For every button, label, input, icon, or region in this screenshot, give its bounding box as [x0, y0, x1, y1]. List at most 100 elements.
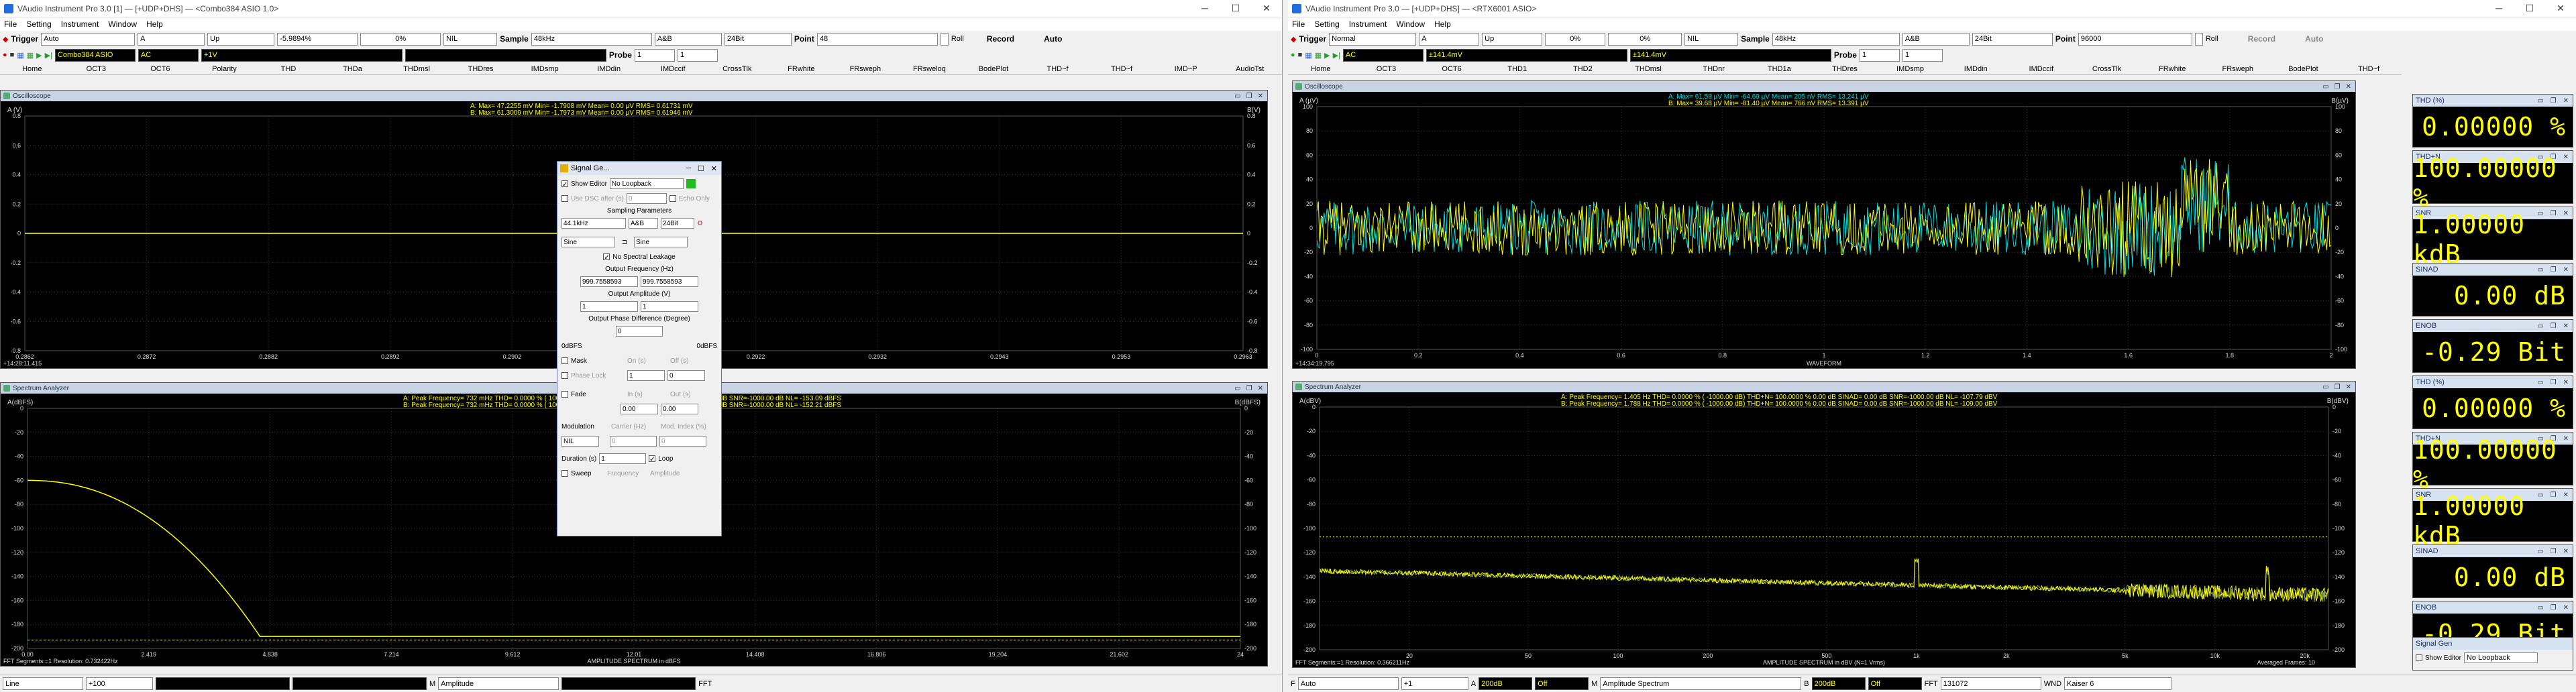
off-input[interactable]: 0: [667, 370, 705, 381]
minimize-icon[interactable]: ▭: [2537, 379, 2543, 386]
close-icon[interactable]: ✕: [2346, 384, 2351, 391]
left-bottom-range-a[interactable]: [156, 677, 290, 690]
step-icon[interactable]: ▶|: [45, 51, 52, 60]
left-tab-oct3[interactable]: OCT3: [64, 65, 129, 73]
right-tab-imdsmp[interactable]: IMDsmp: [1878, 65, 1943, 73]
bottom-window-select[interactable]: Kaiser 6: [2064, 677, 2172, 690]
probe-b-input[interactable]: 1: [1902, 48, 1943, 62]
menu-setting[interactable]: Setting: [26, 19, 51, 29]
close-icon[interactable]: ✕: [2545, 3, 2576, 14]
menu-instrument[interactable]: Instrument: [61, 19, 99, 29]
right-tab-home[interactable]: Home: [1288, 65, 1354, 73]
record-button[interactable]: Record: [2248, 34, 2275, 44]
left-tab-frsweph[interactable]: FRsweph: [833, 65, 898, 73]
sweep-amplitude-radio[interactable]: Amplitude: [650, 470, 680, 477]
fade-out-input[interactable]: 0.00: [661, 404, 698, 414]
no-leak-checkbox[interactable]: ✓: [603, 253, 610, 262]
phase-input[interactable]: 0: [616, 326, 663, 337]
left-tab-thdmsl[interactable]: THDmsl: [384, 65, 449, 73]
bottom-b-range[interactable]: 200dB: [1811, 677, 1866, 690]
record-dot-icon[interactable]: ●: [1291, 51, 1295, 59]
left-tab-thd-f[interactable]: THD~f: [1089, 65, 1154, 73]
on-input[interactable]: 1: [627, 370, 665, 381]
carrier-input[interactable]: 0: [610, 436, 657, 447]
trigger-level-input[interactable]: 0%: [1545, 32, 1606, 46]
gen-bits-select[interactable]: 24Bit: [661, 218, 694, 229]
right-tab-thd1[interactable]: THD1: [1485, 65, 1550, 73]
roll-checkbox[interactable]: [940, 32, 949, 46]
menu-file[interactable]: File: [4, 19, 17, 29]
right-tab-frsweph[interactable]: FRsweph: [2205, 65, 2271, 73]
bottom-a-off[interactable]: Off: [1535, 677, 1589, 690]
left-tab-imdccif[interactable]: IMDccif: [641, 65, 705, 73]
left-tab-audiotst[interactable]: AudioTst: [1218, 65, 1282, 73]
amp-a-input[interactable]: 1: [580, 301, 638, 312]
restore-icon[interactable]: ❐: [2551, 604, 2557, 612]
menu-file[interactable]: File: [1292, 19, 1305, 29]
right-tab-thdmsl[interactable]: THDmsl: [1615, 65, 1681, 73]
left-tab-bodeplot[interactable]: BodePlot: [961, 65, 1026, 73]
right-tab-frwhite[interactable]: FRwhite: [2139, 65, 2205, 73]
restore-icon[interactable]: ❐: [1246, 93, 1252, 100]
bottom-mode-select[interactable]: Auto: [1297, 677, 1399, 690]
maximize-icon[interactable]: ☐: [2514, 3, 2545, 14]
restore-icon[interactable]: ❐: [2551, 97, 2557, 105]
close-icon[interactable]: ✕: [711, 164, 717, 173]
mask-checkbox[interactable]: [561, 357, 568, 364]
close-icon[interactable]: ✕: [1251, 3, 1282, 14]
green-apply-icon[interactable]: [686, 179, 696, 188]
sweep-checkbox[interactable]: [561, 470, 568, 477]
palette-icon[interactable]: ▦: [17, 51, 23, 60]
sample-rate-select[interactable]: 48kHz: [1772, 32, 1900, 46]
trigger-pct-input[interactable]: 0%: [360, 32, 441, 46]
trigger-level-input[interactable]: -5.9894%: [277, 32, 358, 46]
right-tab-oct6[interactable]: OCT6: [1419, 65, 1485, 73]
mini-loopback-select[interactable]: No Loopback: [2463, 652, 2538, 663]
gen-gear-icon[interactable]: ⚙: [697, 220, 703, 227]
restore-icon[interactable]: ❐: [2551, 379, 2557, 386]
trigger-channel-select[interactable]: A: [1419, 32, 1480, 46]
close-icon[interactable]: ✕: [2563, 323, 2569, 330]
left-tab-thdres[interactable]: THDres: [449, 65, 513, 73]
right-tab-crosstlk[interactable]: CrossTlk: [2074, 65, 2140, 73]
minimize-icon[interactable]: ─: [2483, 3, 2514, 14]
sample-rate-select[interactable]: 48kHz: [531, 32, 652, 46]
vrange-select[interactable]: +1V: [201, 48, 402, 62]
stop-icon[interactable]: ■: [10, 51, 15, 59]
restore-icon[interactable]: ❐: [2334, 384, 2341, 391]
left-tab-oct6[interactable]: OCT6: [128, 65, 193, 73]
restore-icon[interactable]: ❐: [2551, 266, 2557, 274]
duration-input[interactable]: 1: [599, 453, 647, 464]
right-vrange-b-select[interactable]: ±141.4mV: [1629, 48, 1831, 62]
probe-a-input[interactable]: 1: [1859, 48, 1900, 62]
menu-window[interactable]: Window: [1396, 19, 1425, 29]
restore-icon[interactable]: ❐: [2551, 323, 2557, 330]
right-tab-bodeplot[interactable]: BodePlot: [2271, 65, 2337, 73]
close-icon[interactable]: ✕: [2563, 97, 2569, 105]
loopback-select[interactable]: No Loopback: [609, 178, 684, 189]
point-input[interactable]: 96000: [2078, 32, 2192, 46]
right-tab-oct3[interactable]: OCT3: [1354, 65, 1419, 73]
bottom-amp-select[interactable]: Amplitude Spectrum: [1600, 677, 1802, 690]
minimize-icon[interactable]: ▭: [1234, 385, 1240, 392]
right-coupling-select[interactable]: AC: [1342, 48, 1424, 62]
record-dot-icon[interactable]: ●: [3, 51, 7, 59]
show-editor-checkbox[interactable]: ✓: [561, 180, 568, 188]
left-tab-frwhite[interactable]: FRwhite: [769, 65, 834, 73]
left-tab-polarity[interactable]: Polarity: [193, 65, 257, 73]
maximize-icon[interactable]: ☐: [698, 164, 704, 173]
menu-help[interactable]: Help: [1434, 19, 1451, 29]
left-tab-imd-p[interactable]: IMD~P: [1154, 65, 1218, 73]
minimize-icon[interactable]: ─: [1189, 3, 1220, 14]
wave-b-select[interactable]: Sine: [634, 237, 688, 247]
minimize-icon[interactable]: ▭: [2537, 266, 2543, 274]
left-bottom-range-c[interactable]: [561, 677, 696, 690]
mod-mode-select[interactable]: NIL: [561, 436, 599, 447]
left-device-input[interactable]: Combo384 ASIO: [54, 48, 136, 62]
loop-checkbox[interactable]: ✓: [649, 455, 656, 463]
dsc-checkbox[interactable]: [561, 195, 568, 202]
left-tab-imddin[interactable]: IMDdin: [577, 65, 641, 73]
mini-show-editor-checkbox[interactable]: [2416, 654, 2422, 661]
minimize-icon[interactable]: ▭: [1234, 93, 1240, 100]
restore-icon[interactable]: ❐: [2551, 548, 2557, 555]
